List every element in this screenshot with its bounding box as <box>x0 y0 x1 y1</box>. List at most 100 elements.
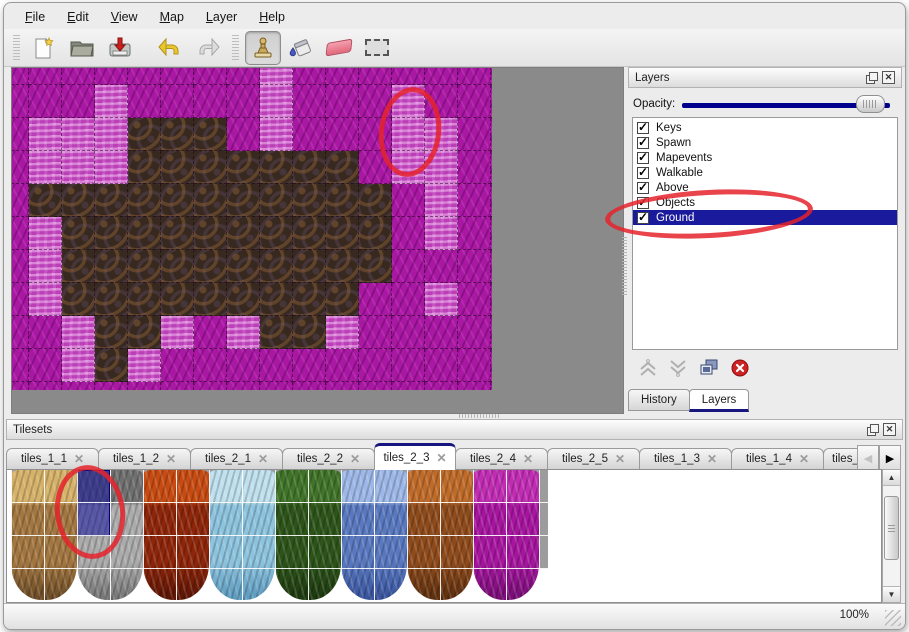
map-tile-magenta-ground[interactable] <box>293 349 326 382</box>
map-tile-magenta-ground[interactable] <box>29 68 62 85</box>
close-tab-icon[interactable]: ✕ <box>707 452 717 466</box>
map-tile-magenta-ground[interactable] <box>392 217 425 250</box>
map-tile-magenta-ground[interactable] <box>425 349 458 382</box>
tileset-magenta-tree[interactable] <box>473 470 539 600</box>
tileset-tab-tiles_2_3[interactable]: tiles_2_3✕ <box>374 443 456 470</box>
map-tile-magenta-ground[interactable] <box>128 85 161 118</box>
map-tile-pink-tree[interactable] <box>260 118 293 151</box>
delete-layer-button[interactable] <box>730 358 750 383</box>
map-tile-magenta-ground[interactable] <box>359 151 392 184</box>
map-tile-brown-dirt[interactable] <box>227 250 260 283</box>
save-button[interactable] <box>102 31 138 65</box>
map-tile-magenta-ground[interactable] <box>326 85 359 118</box>
tileset-tab-tiles_2_5[interactable]: tiles_2_5✕ <box>547 448 640 470</box>
close-panel-icon[interactable]: ✕ <box>883 423 896 436</box>
tab-layers[interactable]: Layers <box>689 389 750 412</box>
map-tile-brown-dirt[interactable] <box>128 151 161 184</box>
map-tile-magenta-ground[interactable] <box>425 382 458 390</box>
map-tile-magenta-ground[interactable] <box>458 68 491 85</box>
map-tile-magenta-ground[interactable] <box>491 349 492 382</box>
map-tile-pink-tree[interactable] <box>425 283 458 316</box>
map-tile-brown-dirt[interactable] <box>293 250 326 283</box>
layer-row-mapevents[interactable]: ✓Mapevents <box>633 150 897 165</box>
tileset-tab-tiles_1_2[interactable]: tiles_1_2✕ <box>98 448 191 470</box>
tileset-tab-tiles_1_3[interactable]: tiles_1_3✕ <box>639 448 732 470</box>
map-tile-brown-dirt[interactable] <box>161 217 194 250</box>
map-tile-magenta-ground[interactable] <box>359 68 392 85</box>
map-tile-magenta-ground[interactable] <box>12 283 29 316</box>
map-tile-brown-dirt[interactable] <box>128 316 161 349</box>
layer-visibility-checkbox[interactable]: ✓ <box>637 167 649 179</box>
map-tile-magenta-ground[interactable] <box>12 382 29 390</box>
close-tab-icon[interactable]: ✕ <box>615 452 625 466</box>
map-tile-magenta-ground[interactable] <box>128 382 161 390</box>
map-tile-brown-dirt[interactable] <box>260 316 293 349</box>
map-tile-magenta-ground[interactable] <box>425 250 458 283</box>
map-tile-pink-tree[interactable] <box>392 118 425 151</box>
tileset-tab-tiles_1_4[interactable]: tiles_1_4✕ <box>731 448 824 470</box>
map-tile-magenta-ground[interactable] <box>326 349 359 382</box>
resize-grip-icon[interactable] <box>885 610 901 626</box>
map-tile-magenta-ground[interactable] <box>359 316 392 349</box>
map-tile-pink-tree[interactable] <box>260 85 293 118</box>
close-tab-icon[interactable]: ✕ <box>166 452 176 466</box>
map-tile-magenta-ground[interactable] <box>491 184 492 217</box>
map-tile-magenta-ground[interactable] <box>12 184 29 217</box>
tileset-tab-tiles_1_1[interactable]: tiles_1_1✕ <box>6 448 99 470</box>
map-tile-pink-tree[interactable] <box>29 250 62 283</box>
close-tab-icon[interactable]: ✕ <box>436 451 446 465</box>
opacity-slider-handle[interactable] <box>856 95 885 113</box>
layer-visibility-checkbox[interactable]: ✓ <box>637 182 649 194</box>
map-tile-magenta-ground[interactable] <box>359 283 392 316</box>
map-tile-brown-dirt[interactable] <box>227 217 260 250</box>
map-tile-magenta-ground[interactable] <box>491 382 492 390</box>
map-tile-pink-tree[interactable] <box>95 118 128 151</box>
map-tile-pink-tree[interactable] <box>29 283 62 316</box>
close-tab-icon[interactable]: ✕ <box>74 452 84 466</box>
map-tile-magenta-ground[interactable] <box>326 382 359 390</box>
scroll-tabs-right-button[interactable]: ▶ <box>879 445 901 471</box>
map-tile-brown-dirt[interactable] <box>161 118 194 151</box>
map-tile-magenta-ground[interactable] <box>62 85 95 118</box>
tab-history[interactable]: History <box>628 389 690 411</box>
map-tile-magenta-ground[interactable] <box>458 316 491 349</box>
layer-visibility-checkbox[interactable]: ✓ <box>637 197 649 209</box>
map-tile-brown-dirt[interactable] <box>161 250 194 283</box>
map-tile-brown-dirt[interactable] <box>95 316 128 349</box>
tileset-rust-tree[interactable] <box>407 470 473 600</box>
map-tile-magenta-ground[interactable] <box>12 118 29 151</box>
map-tile-brown-dirt[interactable] <box>326 184 359 217</box>
map-tile-magenta-ground[interactable] <box>491 85 492 118</box>
map-tile-pink-tree[interactable] <box>29 118 62 151</box>
map-tile-brown-dirt[interactable] <box>194 151 227 184</box>
tileset-tan-tree[interactable] <box>11 470 77 600</box>
map-tile-magenta-ground[interactable] <box>12 85 29 118</box>
redo-button[interactable] <box>190 31 226 65</box>
close-tab-icon[interactable]: ✕ <box>258 452 268 466</box>
layer-visibility-checkbox[interactable]: ✓ <box>637 122 649 134</box>
open-folder-button[interactable] <box>64 31 100 65</box>
map-tile-pink-tree[interactable] <box>29 151 62 184</box>
map-tile-magenta-ground[interactable] <box>326 118 359 151</box>
map-tile-brown-dirt[interactable] <box>161 283 194 316</box>
map-canvas-area[interactable] <box>11 67 624 414</box>
map-tile-pink-tree[interactable] <box>425 118 458 151</box>
toolbar-drag-handle[interactable] <box>13 35 20 61</box>
map-tile-brown-dirt[interactable] <box>326 217 359 250</box>
map-tile-brown-dirt[interactable] <box>161 151 194 184</box>
map-tile-magenta-ground[interactable] <box>392 283 425 316</box>
tileset-tab-tiles_2_1[interactable]: tiles_2_1✕ <box>190 448 283 470</box>
scroll-tabs-left-button[interactable]: ◀ <box>857 445 879 471</box>
map-tile-brown-dirt[interactable] <box>95 349 128 382</box>
map-tile-brown-dirt[interactable] <box>128 283 161 316</box>
map-tile-magenta-ground[interactable] <box>491 151 492 184</box>
map-tile-brown-dirt[interactable] <box>260 184 293 217</box>
map-tile-brown-dirt[interactable] <box>260 250 293 283</box>
map-tile-brown-dirt[interactable] <box>227 184 260 217</box>
undo-button[interactable] <box>152 31 188 65</box>
map-tile-magenta-ground[interactable] <box>392 184 425 217</box>
move-layer-up-button[interactable] <box>638 357 658 384</box>
map-tile-magenta-ground[interactable] <box>491 316 492 349</box>
close-tab-icon[interactable]: ✕ <box>523 452 533 466</box>
tileset-ice-tree[interactable] <box>209 470 275 600</box>
